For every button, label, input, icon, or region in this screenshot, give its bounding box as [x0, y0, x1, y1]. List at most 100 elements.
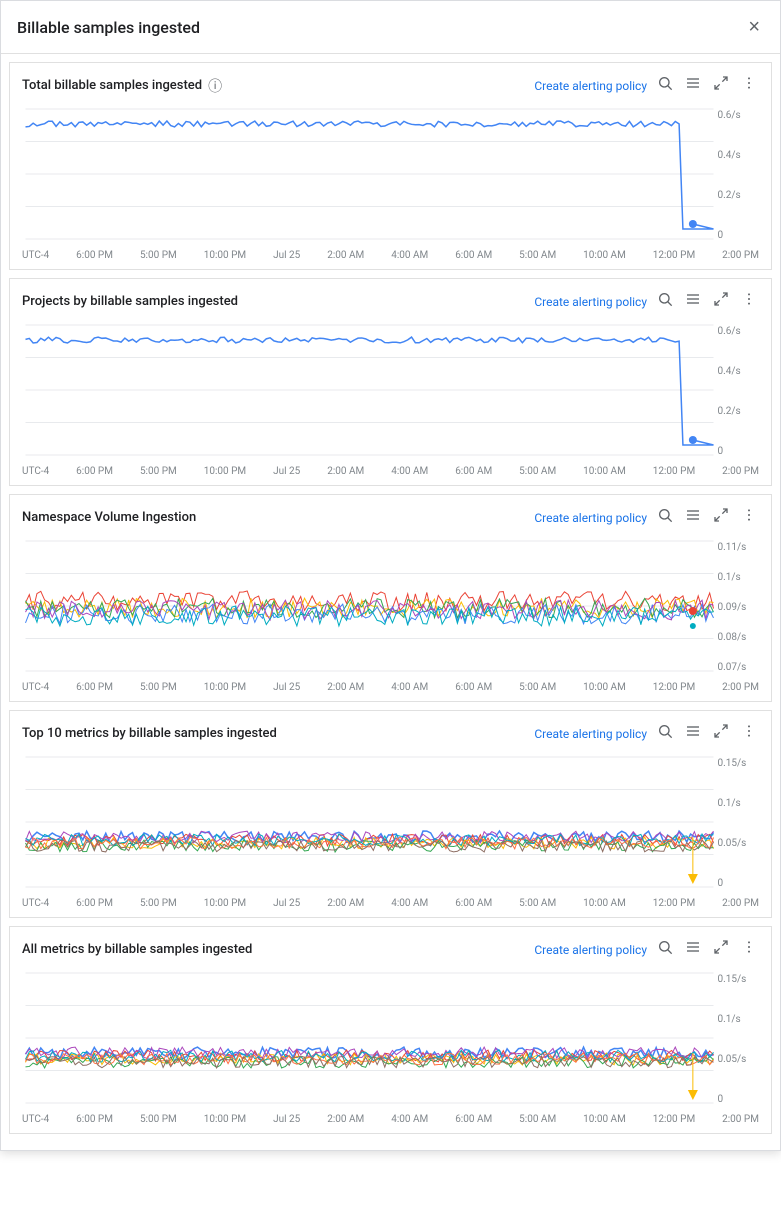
x-axis-label: 12:00 PM	[653, 250, 695, 261]
x-axis-label: 5:00 PM	[140, 898, 177, 909]
chart-header-top10-metrics: Top 10 metrics by billable samples inges…	[10, 711, 771, 752]
info-icon[interactable]: ⓘ	[208, 76, 222, 96]
x-axis-label: 4:00 AM	[391, 1114, 428, 1125]
fullscreen-icon[interactable]	[711, 73, 731, 98]
search-icon[interactable]	[655, 937, 675, 962]
x-axis-label: 6:00 PM	[76, 898, 113, 909]
search-icon[interactable]	[655, 73, 675, 98]
x-axis-label: 12:00 PM	[653, 466, 695, 477]
x-axis-label: 2:00 AM	[327, 466, 364, 477]
x-axis-label: 4:00 AM	[391, 466, 428, 477]
x-axis-label: 10:00 AM	[583, 898, 626, 909]
chart-header-projects-billable: Projects by billable samples ingested Cre…	[10, 279, 771, 320]
svg-text:0.15/s: 0.15/s	[718, 758, 747, 769]
x-axis-label: 10:00 PM	[204, 682, 246, 693]
chart-area-projects-billable: 0.6/s0.4/s0.2/s0	[10, 320, 771, 464]
search-icon[interactable]	[655, 505, 675, 530]
chart-panel-all-metrics: All metrics by billable samples ingested…	[9, 926, 772, 1134]
x-axis-label: 5:00 PM	[140, 250, 177, 261]
x-axis-label: 6:00 PM	[76, 1114, 113, 1125]
legend-icon[interactable]	[683, 721, 703, 746]
create-alert-link-namespace-volume[interactable]: Create alerting policy	[534, 511, 647, 525]
x-axis-label: 12:00 PM	[653, 682, 695, 693]
svg-text:0.2/s: 0.2/s	[718, 190, 741, 201]
dialog-header: Billable samples ingested ×	[1, 1, 780, 54]
legend-icon[interactable]	[683, 937, 703, 962]
x-axis-label: UTC-4	[22, 466, 49, 477]
x-axis-label: 12:00 PM	[653, 898, 695, 909]
x-axis-label: 4:00 AM	[391, 250, 428, 261]
chart-footer-top10-metrics: UTC-46:00 PM5:00 PM10:00 PMJul 252:00 AM…	[10, 896, 771, 917]
svg-text:0: 0	[718, 230, 724, 241]
chart-area-all-metrics: 0.15/s0.1/s0.05/s0	[10, 968, 771, 1112]
x-axis-label: UTC-4	[22, 250, 49, 261]
chart-area-top10-metrics: 0.15/s0.1/s0.05/s0	[10, 752, 771, 896]
legend-icon[interactable]	[683, 289, 703, 314]
search-icon[interactable]	[655, 721, 675, 746]
x-axis-label: 2:00 PM	[722, 1114, 759, 1125]
x-axis-label: 5:00 AM	[519, 466, 556, 477]
svg-text:0.4/s: 0.4/s	[718, 366, 741, 377]
x-axis-label: 6:00 AM	[455, 682, 492, 693]
x-axis-label: 6:00 PM	[76, 466, 113, 477]
x-axis-label: 10:00 AM	[583, 682, 626, 693]
legend-icon[interactable]	[683, 505, 703, 530]
chart-title-projects-billable: Projects by billable samples ingested	[22, 294, 238, 309]
close-button[interactable]: ×	[744, 13, 764, 41]
more-icon[interactable]	[739, 721, 759, 746]
x-axis-label: 10:00 PM	[204, 466, 246, 477]
svg-text:0.2/s: 0.2/s	[718, 406, 741, 417]
svg-text:0: 0	[718, 1094, 724, 1105]
x-axis-label: Jul 25	[273, 1114, 300, 1125]
x-axis-label: 5:00 PM	[140, 466, 177, 477]
create-alert-link-total-billable[interactable]: Create alerting policy	[534, 79, 647, 93]
x-axis-label: 6:00 AM	[455, 898, 492, 909]
x-axis-label: 5:00 AM	[519, 898, 556, 909]
chart-title-top10-metrics: Top 10 metrics by billable samples inges…	[22, 726, 277, 741]
svg-text:0.1/s: 0.1/s	[718, 1014, 741, 1025]
fullscreen-icon[interactable]	[711, 937, 731, 962]
x-axis-label: 2:00 PM	[722, 250, 759, 261]
svg-text:0.1/s: 0.1/s	[718, 798, 741, 809]
svg-text:0: 0	[718, 446, 724, 457]
create-alert-link-all-metrics[interactable]: Create alerting policy	[534, 943, 647, 957]
fullscreen-icon[interactable]	[711, 721, 731, 746]
chart-panel-top10-metrics: Top 10 metrics by billable samples inges…	[9, 710, 772, 918]
billable-samples-dialog: Billable samples ingested × Total billab…	[0, 0, 781, 1151]
fullscreen-icon[interactable]	[711, 505, 731, 530]
x-axis-label: 5:00 AM	[519, 1114, 556, 1125]
create-alert-link-projects-billable[interactable]: Create alerting policy	[534, 295, 647, 309]
svg-text:0.15/s: 0.15/s	[718, 974, 747, 985]
more-icon[interactable]	[739, 937, 759, 962]
x-axis-label: 6:00 AM	[455, 1114, 492, 1125]
more-icon[interactable]	[739, 505, 759, 530]
chart-title-total-billable: Total billable samples ingested	[22, 78, 202, 93]
chart-area-namespace-volume: 0.11/s0.1/s0.09/s0.08/s0.07/s	[10, 536, 771, 680]
more-icon[interactable]	[739, 73, 759, 98]
chart-panel-projects-billable: Projects by billable samples ingested Cre…	[9, 278, 772, 486]
x-axis-label: 2:00 AM	[327, 250, 364, 261]
x-axis-label: 10:00 PM	[204, 1114, 246, 1125]
x-axis-label: Jul 25	[273, 250, 300, 261]
chart-panel-namespace-volume: Namespace Volume IngestionCreate alertin…	[9, 494, 772, 702]
search-icon[interactable]	[655, 289, 675, 314]
more-icon[interactable]	[739, 289, 759, 314]
x-axis-label: 10:00 PM	[204, 898, 246, 909]
x-axis-label: 2:00 AM	[327, 682, 364, 693]
x-axis-label: 10:00 AM	[583, 1114, 626, 1125]
x-axis-label: 2:00 PM	[722, 466, 759, 477]
svg-text:0.4/s: 0.4/s	[718, 150, 741, 161]
chart-footer-total-billable: UTC-46:00 PM5:00 PM10:00 PMJul 252:00 AM…	[10, 248, 771, 269]
x-axis-label: 2:00 PM	[722, 682, 759, 693]
x-axis-label: 4:00 AM	[391, 682, 428, 693]
fullscreen-icon[interactable]	[711, 289, 731, 314]
x-axis-label: Jul 25	[273, 682, 300, 693]
chart-footer-namespace-volume: UTC-46:00 PM5:00 PM10:00 PMJul 252:00 AM…	[10, 680, 771, 701]
legend-icon[interactable]	[683, 73, 703, 98]
create-alert-link-top10-metrics[interactable]: Create alerting policy	[534, 727, 647, 741]
x-axis-label: 2:00 AM	[327, 1114, 364, 1125]
x-axis-label: 2:00 PM	[722, 898, 759, 909]
x-axis-label: UTC-4	[22, 898, 49, 909]
svg-text:0.09/s: 0.09/s	[718, 602, 747, 613]
svg-text:0.08/s: 0.08/s	[718, 632, 747, 643]
